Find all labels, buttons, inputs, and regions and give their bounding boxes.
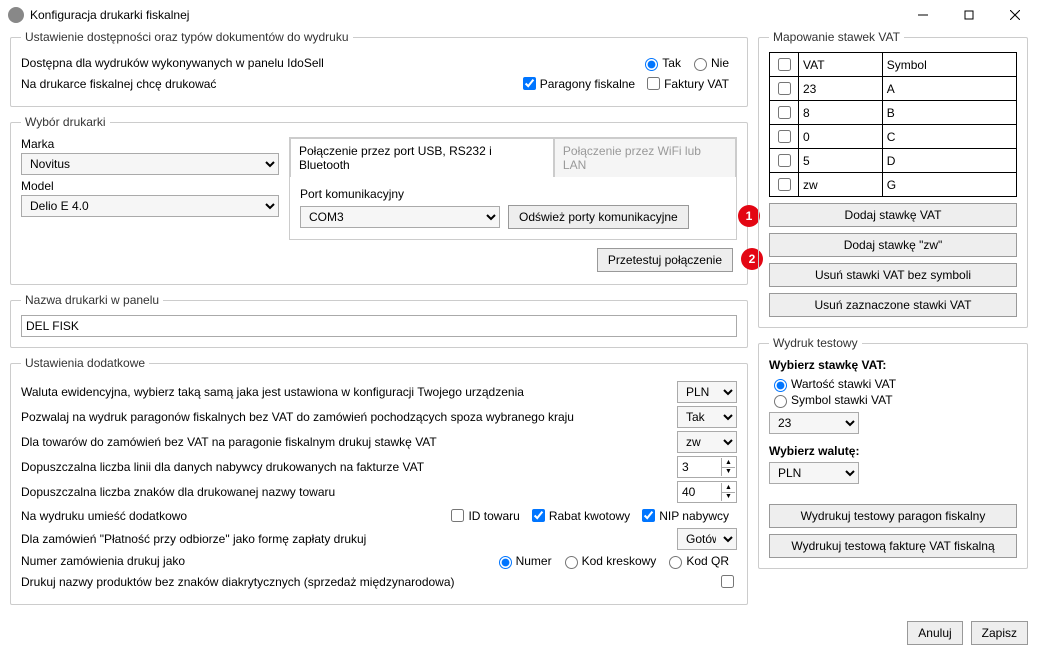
- spinner-icon[interactable]: ▲▼: [721, 483, 735, 501]
- minimize-button[interactable]: [900, 0, 946, 30]
- extra-v5[interactable]: 40▲▼: [677, 481, 737, 503]
- availability-line2: Na drukarce fiskalnej chcę drukować: [21, 77, 519, 91]
- vat-h1: VAT: [799, 53, 883, 77]
- del-vat-nosym-button[interactable]: Usuń stawki VAT bez symboli: [769, 263, 1017, 287]
- extra-v4[interactable]: 3▲▼: [677, 456, 737, 478]
- printer-legend: Wybór drukarki: [21, 115, 110, 129]
- add-vat-button[interactable]: Dodaj stawkę VAT: [769, 203, 1017, 227]
- extra-l3: Dla towarów do zamówień bez VAT na parag…: [21, 435, 677, 449]
- testprint-legend: Wydruk testowy: [769, 336, 862, 350]
- titlebar: Konfiguracja drukarki fiskalnej: [0, 0, 1038, 30]
- extra-v1[interactable]: PLN: [677, 381, 737, 403]
- table-row: 0C: [770, 125, 1017, 149]
- test-vat-select[interactable]: 23: [769, 412, 859, 434]
- test-h1: Wybierz stawkę VAT:: [769, 358, 1017, 372]
- port-select[interactable]: COM3: [300, 206, 500, 228]
- cancel-button[interactable]: Anuluj: [907, 621, 962, 645]
- extra-l7: Dla zamówień "Płatność przy odbiorze" ja…: [21, 532, 677, 546]
- cb-nip[interactable]: NIP nabywcy: [638, 506, 729, 525]
- extra-l5: Dopuszczalna liczba znaków dla drukowane…: [21, 485, 677, 499]
- vat-row-cb[interactable]: [778, 82, 791, 95]
- order-num[interactable]: Numer: [494, 553, 552, 569]
- availability-line1: Dostępna dla wydruków wykonywanych w pan…: [21, 56, 640, 70]
- model-select[interactable]: Delio E 4.0: [21, 195, 279, 217]
- cb-paragony[interactable]: Paragony fiskalne: [519, 74, 635, 93]
- vat-header-cb[interactable]: [778, 58, 791, 71]
- test-connection-button[interactable]: Przetestuj połączenie: [597, 248, 733, 272]
- extra-l9: Drukuj nazwy produktów bez znaków diakry…: [21, 575, 717, 589]
- extra-v2[interactable]: Tak: [677, 406, 737, 428]
- extra-legend: Ustawienia dodatkowe: [21, 356, 149, 370]
- available-no[interactable]: Nie: [689, 55, 729, 71]
- vat-row-cb[interactable]: [778, 130, 791, 143]
- printer-group: Wybór drukarki Marka Novitus Model Delio…: [10, 115, 748, 285]
- vat-row-cb[interactable]: [778, 154, 791, 167]
- cb-diacritics[interactable]: [721, 575, 734, 588]
- spinner-icon[interactable]: ▲▼: [721, 458, 735, 476]
- printer-name-input[interactable]: [21, 315, 737, 337]
- marka-select[interactable]: Novitus: [21, 153, 279, 175]
- cb-id-towaru[interactable]: ID towaru: [447, 506, 519, 525]
- vat-h2: Symbol: [882, 53, 1016, 77]
- maximize-button[interactable]: [946, 0, 992, 30]
- step-1-badge: 1: [738, 205, 760, 227]
- vat-legend: Mapowanie stawek VAT: [769, 30, 904, 44]
- extra-l4: Dopuszczalna liczba linii dla danych nab…: [21, 460, 677, 474]
- order-barcode[interactable]: Kod kreskowy: [560, 553, 657, 569]
- extra-v3[interactable]: zw: [677, 431, 737, 453]
- extra-l1: Waluta ewidencyjna, wybierz taką samą ja…: [21, 385, 677, 399]
- cb-faktury[interactable]: Faktury VAT: [643, 74, 729, 93]
- vat-group: Mapowanie stawek VAT VATSymbol 23A 8B 0C…: [758, 30, 1028, 328]
- table-row: 23A: [770, 77, 1017, 101]
- save-button[interactable]: Zapisz: [971, 621, 1028, 645]
- order-qr[interactable]: Kod QR: [664, 553, 729, 569]
- table-row: 8B: [770, 101, 1017, 125]
- test-h2: Wybierz walutę:: [769, 444, 1017, 458]
- add-zw-button[interactable]: Dodaj stawkę "zw": [769, 233, 1017, 257]
- extra-l2: Pozwalaj na wydruk paragonów fiskalnych …: [21, 410, 677, 424]
- test-currency-select[interactable]: PLN: [769, 462, 859, 484]
- test-r1[interactable]: Wartość stawki VAT: [769, 376, 1009, 392]
- refresh-ports-button[interactable]: Odśwież porty komunikacyjne: [508, 205, 689, 229]
- port-label: Port komunikacyjny: [300, 187, 726, 201]
- app-icon: [8, 7, 24, 23]
- printer-name-legend: Nazwa drukarki w panelu: [21, 293, 163, 307]
- vat-table: VATSymbol 23A 8B 0C 5D zwG: [769, 52, 1017, 197]
- extra-v7[interactable]: Gotówka: [677, 528, 737, 550]
- print-test-receipt-button[interactable]: Wydrukuj testowy paragon fiskalny: [769, 504, 1017, 528]
- del-vat-selected-button[interactable]: Usuń zaznaczone stawki VAT: [769, 293, 1017, 317]
- vat-row-cb[interactable]: [778, 106, 791, 119]
- cb-rabat[interactable]: Rabat kwotowy: [528, 506, 630, 525]
- print-test-invoice-button[interactable]: Wydrukuj testową fakturę VAT fiskalną: [769, 534, 1017, 558]
- availability-group: Ustawienie dostępności oraz typów dokume…: [10, 30, 748, 107]
- availability-legend: Ustawienie dostępności oraz typów dokume…: [21, 30, 353, 44]
- extra-group: Ustawienia dodatkowe Waluta ewidencyjna,…: [10, 356, 748, 605]
- testprint-group: Wydruk testowy Wybierz stawkę VAT: Warto…: [758, 336, 1028, 569]
- table-row: 5D: [770, 149, 1017, 173]
- printer-name-group: Nazwa drukarki w panelu: [10, 293, 748, 348]
- tab-wifi[interactable]: Połączenie przez WiFi lub LAN: [554, 138, 736, 177]
- available-yes[interactable]: Tak: [640, 55, 681, 71]
- window-title: Konfiguracja drukarki fiskalnej: [30, 8, 900, 22]
- extra-l8: Numer zamówienia drukuj jako: [21, 554, 494, 568]
- extra-l6: Na wydruku umieść dodatkowo: [21, 509, 447, 523]
- table-row: zwG: [770, 173, 1017, 197]
- model-label: Model: [21, 179, 279, 193]
- vat-row-cb[interactable]: [778, 178, 791, 191]
- marka-label: Marka: [21, 137, 279, 151]
- test-r2[interactable]: Symbol stawki VAT: [769, 392, 1009, 408]
- close-button[interactable]: [992, 0, 1038, 30]
- tab-usb[interactable]: Połączenie przez port USB, RS232 i Bluet…: [290, 138, 554, 177]
